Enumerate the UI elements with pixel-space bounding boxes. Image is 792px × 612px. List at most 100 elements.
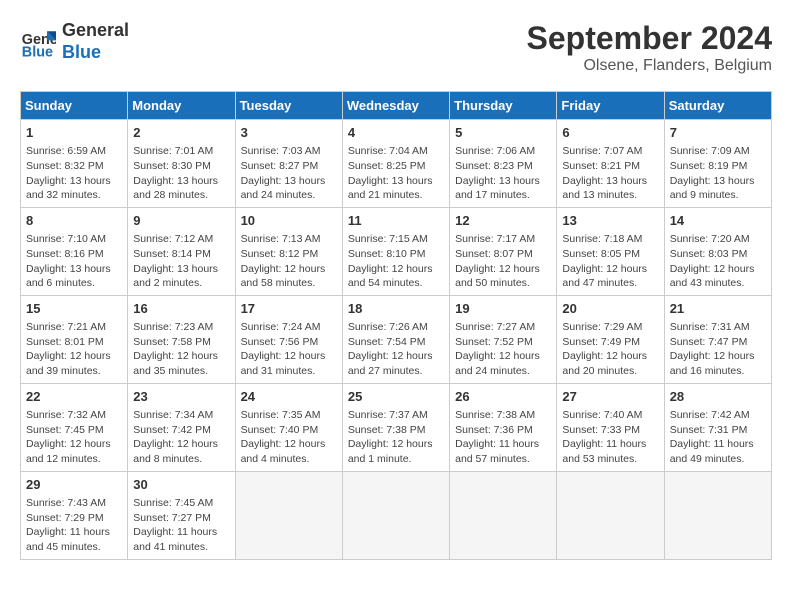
day-cell-16: 16 Sunrise: 7:23 AM Sunset: 7:58 PM Dayl… (128, 295, 235, 383)
day-cell-18: 18 Sunrise: 7:26 AM Sunset: 7:54 PM Dayl… (342, 295, 449, 383)
sunrise-info: Sunrise: 7:40 AM (562, 409, 642, 421)
day-number: 12 (455, 212, 551, 230)
sunrise-info: Sunrise: 6:59 AM (26, 145, 106, 157)
daylight-label: Daylight: 12 hours and 8 minutes. (133, 438, 218, 465)
sunrise-info: Sunrise: 7:26 AM (348, 321, 428, 333)
day-number: 25 (348, 388, 444, 406)
day-number: 30 (133, 476, 229, 494)
day-cell-9: 9 Sunrise: 7:12 AM Sunset: 8:14 PM Dayli… (128, 207, 235, 295)
sunrise-info: Sunrise: 7:06 AM (455, 145, 535, 157)
calendar-week-row: 22 Sunrise: 7:32 AM Sunset: 7:45 PM Dayl… (21, 383, 772, 471)
daylight-label: Daylight: 13 hours and 2 minutes. (133, 263, 218, 290)
day-number: 27 (562, 388, 658, 406)
sunset-info: Sunset: 8:14 PM (133, 248, 211, 260)
sunset-info: Sunset: 7:58 PM (133, 336, 211, 348)
day-cell-14: 14 Sunrise: 7:20 AM Sunset: 8:03 PM Dayl… (664, 207, 771, 295)
day-cell-26: 26 Sunrise: 7:38 AM Sunset: 7:36 PM Dayl… (450, 383, 557, 471)
sunrise-info: Sunrise: 7:01 AM (133, 145, 213, 157)
logo: General Blue General Blue (20, 20, 129, 63)
header-tuesday: Tuesday (235, 92, 342, 120)
header-sunday: Sunday (21, 92, 128, 120)
sunset-info: Sunset: 7:42 PM (133, 424, 211, 436)
day-cell-1: 1 Sunrise: 6:59 AM Sunset: 8:32 PM Dayli… (21, 120, 128, 208)
daylight-label: Daylight: 12 hours and 4 minutes. (241, 438, 326, 465)
day-number: 15 (26, 300, 122, 318)
sunrise-info: Sunrise: 7:34 AM (133, 409, 213, 421)
header-thursday: Thursday (450, 92, 557, 120)
sunset-info: Sunset: 7:29 PM (26, 512, 104, 524)
day-cell-8: 8 Sunrise: 7:10 AM Sunset: 8:16 PM Dayli… (21, 207, 128, 295)
sunset-info: Sunset: 7:27 PM (133, 512, 211, 524)
sunrise-info: Sunrise: 7:31 AM (670, 321, 750, 333)
header-friday: Friday (557, 92, 664, 120)
daylight-label: Daylight: 13 hours and 21 minutes. (348, 175, 433, 202)
day-cell-2: 2 Sunrise: 7:01 AM Sunset: 8:30 PM Dayli… (128, 120, 235, 208)
day-cell-15: 15 Sunrise: 7:21 AM Sunset: 8:01 PM Dayl… (21, 295, 128, 383)
header-monday: Monday (128, 92, 235, 120)
sunset-info: Sunset: 7:47 PM (670, 336, 748, 348)
day-number: 6 (562, 124, 658, 142)
page-header: General Blue General Blue September 2024… (20, 20, 772, 75)
daylight-label: Daylight: 12 hours and 12 minutes. (26, 438, 111, 465)
day-number: 28 (670, 388, 766, 406)
sunset-info: Sunset: 7:54 PM (348, 336, 426, 348)
empty-cell (342, 471, 449, 559)
day-number: 8 (26, 212, 122, 230)
daylight-label: Daylight: 12 hours and 54 minutes. (348, 263, 433, 290)
daylight-label: Daylight: 12 hours and 47 minutes. (562, 263, 647, 290)
day-cell-23: 23 Sunrise: 7:34 AM Sunset: 7:42 PM Dayl… (128, 383, 235, 471)
day-cell-20: 20 Sunrise: 7:29 AM Sunset: 7:49 PM Dayl… (557, 295, 664, 383)
day-cell-28: 28 Sunrise: 7:42 AM Sunset: 7:31 PM Dayl… (664, 383, 771, 471)
daylight-label: Daylight: 11 hours and 45 minutes. (26, 526, 110, 553)
daylight-label: Daylight: 13 hours and 13 minutes. (562, 175, 647, 202)
day-number: 21 (670, 300, 766, 318)
day-cell-3: 3 Sunrise: 7:03 AM Sunset: 8:27 PM Dayli… (235, 120, 342, 208)
sunrise-info: Sunrise: 7:35 AM (241, 409, 321, 421)
sunset-info: Sunset: 7:52 PM (455, 336, 533, 348)
daylight-label: Daylight: 12 hours and 50 minutes. (455, 263, 540, 290)
calendar-week-row: 1 Sunrise: 6:59 AM Sunset: 8:32 PM Dayli… (21, 120, 772, 208)
sunset-info: Sunset: 7:38 PM (348, 424, 426, 436)
logo-general: General (62, 20, 129, 42)
calendar-week-row: 29 Sunrise: 7:43 AM Sunset: 7:29 PM Dayl… (21, 471, 772, 559)
sunset-info: Sunset: 8:16 PM (26, 248, 104, 260)
sunset-info: Sunset: 8:23 PM (455, 160, 533, 172)
sunset-info: Sunset: 7:49 PM (562, 336, 640, 348)
day-cell-7: 7 Sunrise: 7:09 AM Sunset: 8:19 PM Dayli… (664, 120, 771, 208)
sunset-info: Sunset: 8:10 PM (348, 248, 426, 260)
day-number: 11 (348, 212, 444, 230)
daylight-label: Daylight: 13 hours and 32 minutes. (26, 175, 111, 202)
daylight-label: Daylight: 13 hours and 6 minutes. (26, 263, 111, 290)
day-number: 23 (133, 388, 229, 406)
day-number: 2 (133, 124, 229, 142)
day-number: 26 (455, 388, 551, 406)
sunrise-info: Sunrise: 7:23 AM (133, 321, 213, 333)
calendar-table: Sunday Monday Tuesday Wednesday Thursday… (20, 91, 772, 560)
day-cell-11: 11 Sunrise: 7:15 AM Sunset: 8:10 PM Dayl… (342, 207, 449, 295)
daylight-label: Daylight: 11 hours and 41 minutes. (133, 526, 217, 553)
sunrise-info: Sunrise: 7:24 AM (241, 321, 321, 333)
sunrise-info: Sunrise: 7:42 AM (670, 409, 750, 421)
daylight-label: Daylight: 13 hours and 17 minutes. (455, 175, 540, 202)
sunset-info: Sunset: 7:45 PM (26, 424, 104, 436)
sunrise-info: Sunrise: 7:04 AM (348, 145, 428, 157)
day-number: 18 (348, 300, 444, 318)
day-number: 9 (133, 212, 229, 230)
empty-cell (235, 471, 342, 559)
sunset-info: Sunset: 7:31 PM (670, 424, 748, 436)
day-cell-30: 30 Sunrise: 7:45 AM Sunset: 7:27 PM Dayl… (128, 471, 235, 559)
sunset-info: Sunset: 7:40 PM (241, 424, 319, 436)
sunrise-info: Sunrise: 7:07 AM (562, 145, 642, 157)
sunset-info: Sunset: 8:03 PM (670, 248, 748, 260)
daylight-label: Daylight: 11 hours and 53 minutes. (562, 438, 646, 465)
daylight-label: Daylight: 12 hours and 31 minutes. (241, 350, 326, 377)
header-wednesday: Wednesday (342, 92, 449, 120)
sunrise-info: Sunrise: 7:09 AM (670, 145, 750, 157)
day-number: 5 (455, 124, 551, 142)
day-cell-21: 21 Sunrise: 7:31 AM Sunset: 7:47 PM Dayl… (664, 295, 771, 383)
sunrise-info: Sunrise: 7:10 AM (26, 233, 106, 245)
sunset-info: Sunset: 8:07 PM (455, 248, 533, 260)
sunrise-info: Sunrise: 7:32 AM (26, 409, 106, 421)
sunrise-info: Sunrise: 7:27 AM (455, 321, 535, 333)
daylight-label: Daylight: 12 hours and 20 minutes. (562, 350, 647, 377)
